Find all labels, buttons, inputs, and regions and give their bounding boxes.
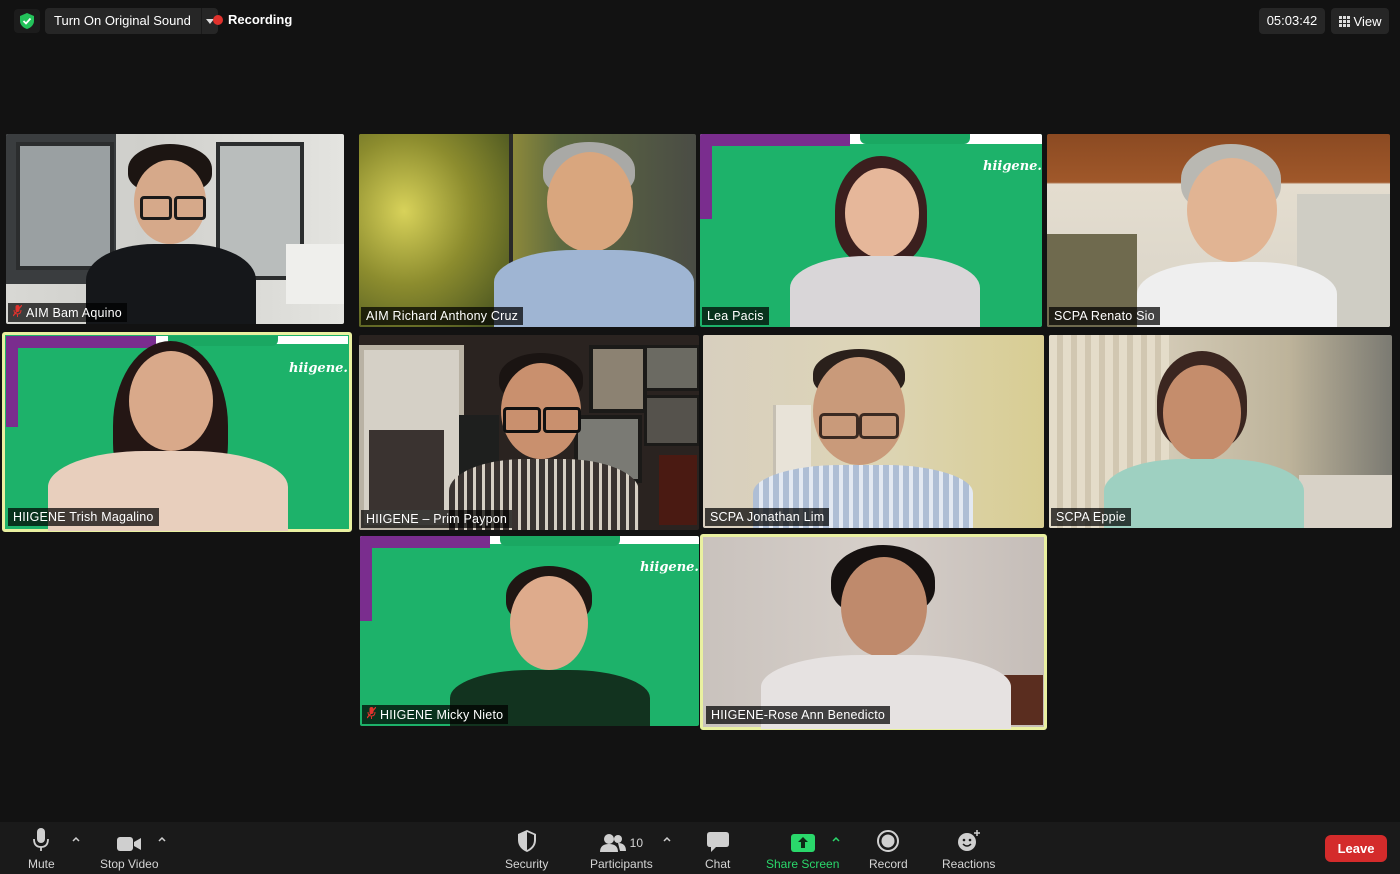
participant-name: Lea Pacis xyxy=(707,309,764,323)
participant-name-tag: HIIGENE-Rose Ann Benedicto xyxy=(706,706,891,724)
recording-dot-icon xyxy=(213,14,223,25)
participant-name: HIIGENE Micky Nieto xyxy=(380,707,504,722)
video-tile[interactable]: SCPA Jonathan Lim xyxy=(703,335,1044,528)
security-shield-icon xyxy=(517,830,536,852)
video-tile[interactable]: SCPA Eppie xyxy=(1049,335,1392,528)
participant-name-tag: SCPA Jonathan Lim xyxy=(705,508,830,526)
share-screen-arrow-icon xyxy=(790,834,815,852)
mute-button[interactable]: Mute xyxy=(28,826,55,871)
participant-name-tag: AIM Richard Anthony Cruz xyxy=(361,307,524,325)
meeting-top-bar: Turn On Original Sound Recording 05:03:4… xyxy=(0,0,1400,42)
hiigene-logo: hiigene. xyxy=(289,361,348,376)
video-tile[interactable]: hiigene. HIIGENE Trish Magalino xyxy=(2,332,352,532)
reactions-label: Reactions xyxy=(942,857,996,871)
security-button[interactable]: Security xyxy=(505,826,548,871)
view-button[interactable]: View xyxy=(1331,8,1389,34)
share-screen-label: Share Screen xyxy=(766,857,840,871)
video-tile[interactable]: hiigene. HIIGENE Micky Nieto xyxy=(360,536,699,726)
reactions-button[interactable]: Reactions xyxy=(942,826,995,871)
chat-label: Chat xyxy=(705,857,731,871)
original-sound-button[interactable]: Turn On Original Sound xyxy=(45,8,218,34)
chevron-up-icon[interactable] xyxy=(662,834,672,844)
chat-bubble-icon xyxy=(706,832,729,852)
participants-icon xyxy=(599,834,626,852)
participant-name-tag: HIIGENE Micky Nieto xyxy=(362,705,509,724)
record-circle-icon xyxy=(877,830,900,852)
participants-label: Participants xyxy=(590,857,653,871)
reactions-smiley-icon xyxy=(957,830,980,851)
hiigene-logo: hiigene. xyxy=(983,159,1042,174)
participant-name: HIIGENE-Rose Ann Benedicto xyxy=(711,708,886,722)
video-tile[interactable]: HIIGENE – Prim Paypon xyxy=(359,335,699,530)
chevron-up-icon[interactable] xyxy=(71,834,81,844)
record-button[interactable]: Record xyxy=(869,826,908,871)
recording-indicator[interactable]: Recording xyxy=(213,12,292,27)
recording-label: Recording xyxy=(228,12,293,27)
video-tile[interactable]: AIM Bam Aquino xyxy=(6,134,344,324)
chat-button[interactable]: Chat xyxy=(705,826,730,871)
mute-label: Mute xyxy=(28,857,55,871)
stop-video-button[interactable]: Stop Video xyxy=(100,826,159,871)
participants-count: 10 xyxy=(629,836,644,850)
muted-microphone-icon xyxy=(12,304,23,320)
meeting-timer: 05:03:42 xyxy=(1259,8,1325,34)
grid-icon xyxy=(1338,15,1350,27)
video-tile[interactable]: hiigene. Lea Pacis xyxy=(700,134,1042,327)
participant-name-tag: HIIGENE Trish Magalino xyxy=(8,508,159,526)
participant-name: AIM Bam Aquino xyxy=(26,305,122,320)
share-screen-button[interactable]: Share Screen xyxy=(766,826,839,871)
leave-button[interactable]: Leave xyxy=(1325,835,1387,862)
record-label: Record xyxy=(869,857,908,871)
participants-button[interactable]: 10 Participants xyxy=(590,826,653,871)
participant-name-tag: AIM Bam Aquino xyxy=(8,303,127,322)
participant-name-tag: Lea Pacis xyxy=(702,307,769,325)
video-tile[interactable]: HIIGENE-Rose Ann Benedicto xyxy=(700,534,1047,730)
stop-video-label: Stop Video xyxy=(100,857,159,871)
microphone-icon xyxy=(33,828,50,851)
participant-name-tag: SCPA Eppie xyxy=(1051,508,1131,526)
participant-name: SCPA Jonathan Lim xyxy=(710,510,825,524)
participant-name: AIM Richard Anthony Cruz xyxy=(366,309,519,323)
participant-name: SCPA Renato Sio xyxy=(1054,309,1155,323)
video-camera-icon xyxy=(117,837,142,851)
participant-name: HIIGENE – Prim Paypon xyxy=(366,512,508,526)
participant-name: HIIGENE Trish Magalino xyxy=(13,510,154,524)
chevron-up-icon[interactable] xyxy=(831,834,841,844)
video-tile[interactable]: AIM Richard Anthony Cruz xyxy=(359,134,696,327)
hiigene-logo: hiigene. xyxy=(640,560,699,575)
encryption-shield-icon[interactable] xyxy=(14,9,40,33)
security-label: Security xyxy=(505,857,549,871)
participant-name-tag: SCPA Renato Sio xyxy=(1049,307,1160,325)
view-label: View xyxy=(1353,13,1382,29)
participant-name-tag: HIIGENE – Prim Paypon xyxy=(361,510,513,528)
original-sound-label: Turn On Original Sound xyxy=(45,8,202,34)
participant-name: SCPA Eppie xyxy=(1056,510,1126,524)
meeting-controls-bar: Mute Stop Video Security 10 Participants… xyxy=(0,822,1400,874)
video-tile[interactable]: SCPA Renato Sio xyxy=(1047,134,1390,327)
muted-microphone-icon xyxy=(366,706,377,722)
chevron-up-icon[interactable] xyxy=(157,834,167,844)
